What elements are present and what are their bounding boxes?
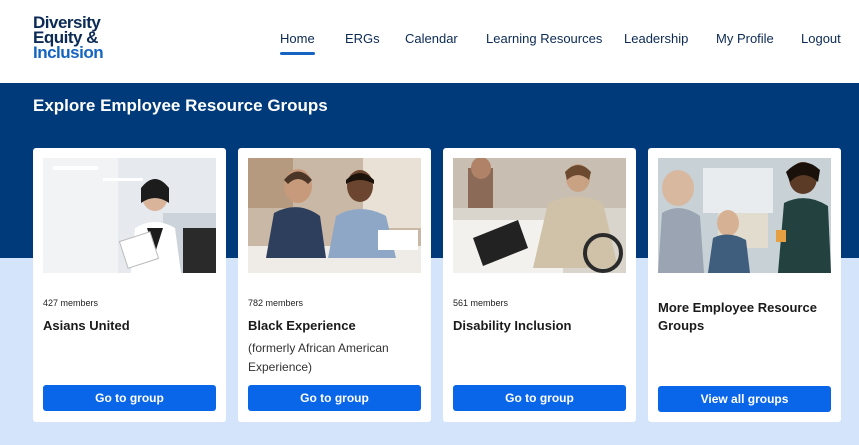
erg-card-disability-inclusion: 561 members Disability Inclusion Go to g… <box>443 148 636 422</box>
card-photo <box>43 158 216 273</box>
nav-my-profile[interactable]: My Profile <box>716 31 774 46</box>
erg-card-asians-united: 427 members Asians United Go to group <box>33 148 226 422</box>
section-title: Explore Employee Resource Groups <box>33 96 328 115</box>
photo-men-meeting <box>248 158 421 273</box>
photo-woman-office <box>43 158 216 273</box>
nav-logout[interactable]: Logout <box>801 31 841 46</box>
erg-card-more-groups: More Employee Resource Groups View all g… <box>648 148 841 422</box>
nav-leadership[interactable]: Leadership <box>624 31 688 46</box>
nav-learning-resources[interactable]: Learning Resources <box>486 31 602 46</box>
card-title: Asians United <box>43 318 130 333</box>
nav-home[interactable]: Home <box>280 31 315 55</box>
photo-wheelchair-laptop <box>453 158 626 273</box>
erg-card-black-experience: 782 members Black Experience (formerly A… <box>238 148 431 422</box>
member-count: 427 members <box>43 298 99 308</box>
photo-coworkers-chatting <box>658 158 831 273</box>
nav-calendar[interactable]: Calendar <box>405 31 458 46</box>
card-photo <box>453 158 626 273</box>
card-title: Black Experience <box>248 318 356 333</box>
card-photo <box>248 158 421 273</box>
view-all-groups-button[interactable]: View all groups <box>658 386 831 412</box>
member-count: 782 members <box>248 298 304 308</box>
go-to-group-button[interactable]: Go to group <box>453 385 626 411</box>
go-to-group-button[interactable]: Go to group <box>248 385 421 411</box>
nav-ergs[interactable]: ERGs <box>345 31 380 46</box>
go-to-group-button[interactable]: Go to group <box>43 385 216 411</box>
card-title: More Employee Resource Groups <box>658 300 817 333</box>
card-title: Disability Inclusion <box>453 318 572 333</box>
member-count: 561 members <box>453 298 509 308</box>
card-subtitle: (formerly African American Experience) <box>248 341 389 374</box>
main-nav: Home ERGs Calendar Learning Resources Le… <box>0 31 859 61</box>
site-header: Diversity Equity & Inclusion Home ERGs C… <box>0 0 859 83</box>
card-photo <box>658 158 831 273</box>
